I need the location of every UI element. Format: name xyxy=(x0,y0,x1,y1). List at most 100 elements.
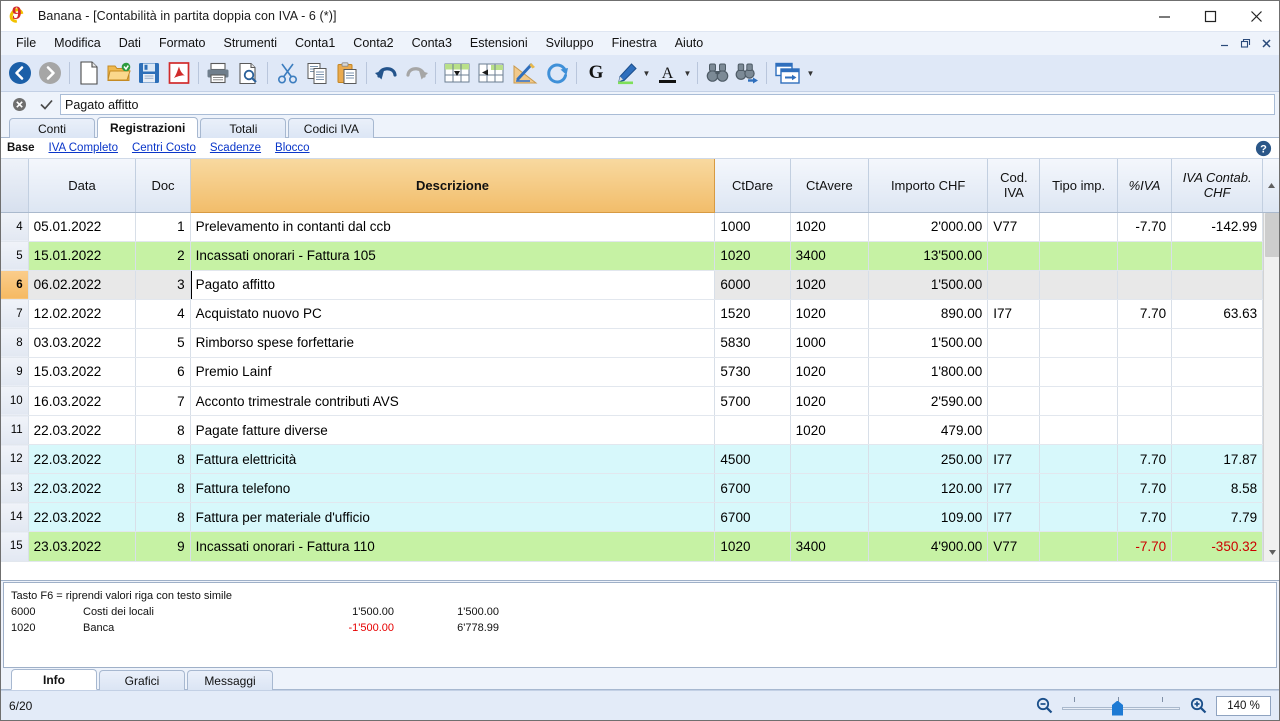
cell-tipo-imp[interactable] xyxy=(1039,328,1118,358)
cell-ctavere[interactable]: 1020 xyxy=(790,299,870,329)
table-row[interactable]: 13 22.03.2022 8 Fattura telefono 6700 12… xyxy=(1,473,1279,504)
cell-iva-contab[interactable]: 8.58 xyxy=(1171,473,1264,504)
cell-cod-iva[interactable]: I77 xyxy=(987,473,1041,504)
cell-importo[interactable]: 120.00 xyxy=(868,473,989,504)
cell-ctavere[interactable]: 3400 xyxy=(790,531,870,562)
cell-iva-contab[interactable]: 63.63 xyxy=(1171,299,1264,329)
cell-data[interactable]: 22.03.2022 xyxy=(28,415,137,446)
menu-sviluppo[interactable]: Sviluppo xyxy=(537,34,603,53)
cell-importo[interactable]: 1'500.00 xyxy=(868,270,989,300)
cell-tipo-imp[interactable] xyxy=(1039,357,1118,387)
cell-ctavere[interactable] xyxy=(790,444,870,475)
find-replace-icon[interactable] xyxy=(732,58,762,88)
cell-doc[interactable]: 5 xyxy=(135,328,191,358)
cell-cod-iva[interactable] xyxy=(987,241,1041,271)
zoom-in-icon[interactable] xyxy=(1189,697,1207,715)
cell-iva-contab[interactable]: -350.32 xyxy=(1171,531,1264,562)
table-row[interactable]: 12 22.03.2022 8 Fattura elettricità 4500… xyxy=(1,444,1279,475)
table-row[interactable]: 4 05.01.2022 1 Prelevamento in contanti … xyxy=(1,212,1279,562)
slider-knob[interactable] xyxy=(1112,700,1123,716)
cell-descrizione[interactable]: Rimborso spese forfettarie xyxy=(190,328,716,358)
cell-ctdare[interactable]: 6700 xyxy=(714,473,791,504)
cell-data[interactable]: 05.01.2022 xyxy=(28,212,137,242)
menu-finestra[interactable]: Finestra xyxy=(603,34,666,53)
cell-ctavere[interactable]: 3400 xyxy=(790,241,870,271)
cell-cod-iva[interactable]: V77 xyxy=(987,212,1041,242)
cell-ctavere[interactable] xyxy=(790,502,870,533)
zoom-slider[interactable] xyxy=(1062,696,1180,716)
cell-ctdare[interactable]: 4500 xyxy=(714,444,791,475)
highlight-color-icon[interactable] xyxy=(611,58,641,88)
cell-tipo-imp[interactable] xyxy=(1039,502,1118,533)
cell-importo[interactable]: 479.00 xyxy=(868,415,989,446)
cell-tipo-imp[interactable] xyxy=(1039,531,1118,562)
cell-descrizione[interactable]: Acquistato nuovo PC xyxy=(190,299,716,329)
cell-importo[interactable]: 2'000.00 xyxy=(868,212,989,242)
cell-cod-iva[interactable]: V77 xyxy=(987,531,1041,562)
transactions-grid[interactable]: Data Doc Descrizione CtDare CtAvere Impo… xyxy=(1,159,1279,581)
cell-data[interactable]: 15.01.2022 xyxy=(28,241,137,271)
column-header-descrizione[interactable]: Descrizione xyxy=(190,159,716,213)
cell-data[interactable]: 06.02.2022 xyxy=(28,270,137,300)
cell-tipo-imp[interactable] xyxy=(1039,386,1118,417)
column-header-ctavere[interactable]: CtAvere xyxy=(790,159,870,213)
cell-ctavere[interactable]: 1020 xyxy=(790,357,870,387)
row-number[interactable]: 7 xyxy=(1,299,29,329)
print-preview-icon[interactable] xyxy=(233,58,263,88)
cell-iva-contab[interactable] xyxy=(1171,270,1264,300)
cell-doc[interactable]: 4 xyxy=(135,299,191,329)
table-row[interactable]: 15 23.03.2022 9 Incassati onorari - Fatt… xyxy=(1,531,1279,562)
refresh-icon[interactable] xyxy=(542,58,572,88)
cell-ctavere[interactable] xyxy=(790,473,870,504)
bottom-tab-grafici[interactable]: Grafici xyxy=(99,670,185,690)
column-header-iva-contab-chf[interactable]: IVA Contab. CHF xyxy=(1171,159,1264,213)
menu-conta3[interactable]: Conta3 xyxy=(403,34,461,53)
cell-importo[interactable]: 13'500.00 xyxy=(868,241,989,271)
cell-data[interactable]: 12.02.2022 xyxy=(28,299,137,329)
accept-icon[interactable] xyxy=(33,94,60,116)
tab-codici-iva[interactable]: Codici IVA xyxy=(288,118,375,138)
cell-importo[interactable]: 4'900.00 xyxy=(868,531,989,562)
tab-conti[interactable]: Conti xyxy=(9,118,95,138)
menu-file[interactable]: File xyxy=(7,34,45,53)
column-header-importo-chf[interactable]: Importo CHF xyxy=(868,159,989,213)
cell-ctdare[interactable]: 5730 xyxy=(714,357,791,387)
cell-ctavere[interactable]: 1020 xyxy=(790,212,870,242)
menu-modifica[interactable]: Modifica xyxy=(45,34,110,53)
cell-ctdare[interactable]: 5700 xyxy=(714,386,791,417)
menu-estensioni[interactable]: Estensioni xyxy=(461,34,537,53)
subtab-blocco[interactable]: Blocco xyxy=(275,142,310,154)
cell-ctdare[interactable]: 6000 xyxy=(714,270,791,300)
row-number[interactable]: 4 xyxy=(1,212,29,242)
column-header-data[interactable]: Data xyxy=(28,159,137,213)
cell-data[interactable]: 23.03.2022 xyxy=(28,531,137,562)
column-header-tipo-imp[interactable]: Tipo imp. xyxy=(1039,159,1118,213)
font-color-icon[interactable]: A xyxy=(652,58,682,88)
cell-iva-contab[interactable]: -142.99 xyxy=(1171,212,1264,242)
save-icon[interactable] xyxy=(134,58,164,88)
menu-formato[interactable]: Formato xyxy=(150,34,215,53)
cell-tipo-imp[interactable] xyxy=(1039,270,1118,300)
cell-iva-contab[interactable] xyxy=(1171,328,1264,358)
help-icon[interactable]: ? xyxy=(1254,139,1273,158)
cell-tipo-imp[interactable] xyxy=(1039,212,1118,242)
cell-descrizione[interactable]: Fattura per materiale d'ufficio xyxy=(190,502,716,533)
undo-icon[interactable] xyxy=(371,58,401,88)
menu-dati[interactable]: Dati xyxy=(110,34,150,53)
cell-cod-iva[interactable]: I77 xyxy=(987,502,1041,533)
cell-descrizione[interactable]: Acconto trimestrale contributi AVS xyxy=(190,386,716,417)
cell-doc[interactable]: 2 xyxy=(135,241,191,271)
cell-descrizione[interactable]: Fattura elettricità xyxy=(190,444,716,475)
cell-cod-iva[interactable] xyxy=(987,270,1041,300)
cell-tipo-imp[interactable] xyxy=(1039,473,1118,504)
cell-doc[interactable]: 8 xyxy=(135,473,191,504)
column-header-cod-iva[interactable]: Cod. IVA xyxy=(987,159,1041,213)
cell-percent-iva[interactable]: 7.70 xyxy=(1117,502,1173,533)
open-window-dropdown-icon[interactable]: ▼ xyxy=(805,58,816,88)
cell-iva-contab[interactable]: 7.79 xyxy=(1171,502,1264,533)
cell-data[interactable]: 22.03.2022 xyxy=(28,444,137,475)
table-row[interactable]: 8 03.03.2022 5 Rimborso spese forfettari… xyxy=(1,328,1279,358)
table-row[interactable]: 7 12.02.2022 4 Acquistato nuovo PC 1520 … xyxy=(1,299,1279,329)
mdi-restore-icon[interactable] xyxy=(1236,34,1255,52)
cell-data[interactable]: 16.03.2022 xyxy=(28,386,137,417)
